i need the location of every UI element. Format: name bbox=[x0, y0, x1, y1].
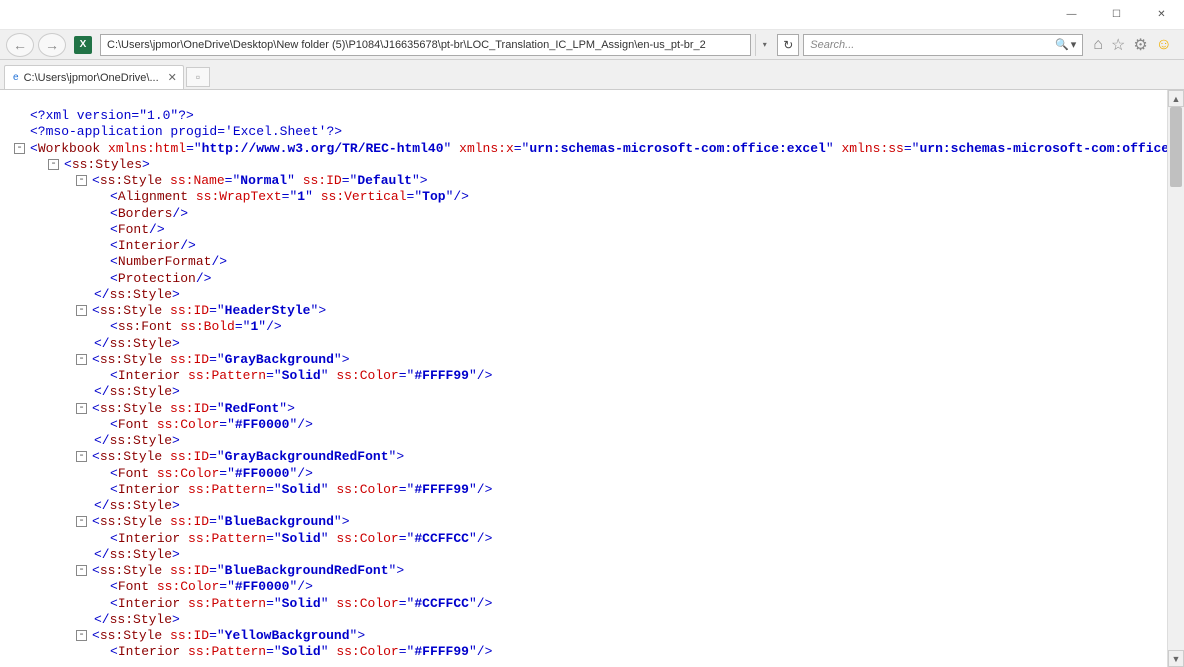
excel-icon: X bbox=[74, 36, 92, 54]
collapse-toggle[interactable]: - bbox=[76, 516, 87, 527]
nav-toolbar: ← → X C:\Users\jpmor\OneDrive\Desktop\Ne… bbox=[0, 30, 1184, 60]
search-dropdown-icon[interactable]: ▾ bbox=[1071, 38, 1077, 51]
refresh-button[interactable]: ↻ bbox=[777, 34, 799, 56]
forward-button[interactable]: → bbox=[38, 33, 66, 57]
collapse-toggle[interactable]: - bbox=[76, 630, 87, 641]
tab-title: C:\Users\jpmor\OneDrive\... bbox=[24, 72, 159, 84]
close-button[interactable]: ✕ bbox=[1139, 0, 1184, 29]
maximize-button[interactable]: ☐ bbox=[1094, 0, 1139, 29]
address-dropdown[interactable]: ▾ bbox=[755, 34, 773, 56]
new-tab-button[interactable]: ▫ bbox=[186, 67, 210, 87]
collapse-toggle[interactable]: - bbox=[14, 143, 25, 154]
scroll-down-arrow[interactable]: ▼ bbox=[1168, 650, 1184, 667]
collapse-toggle[interactable]: - bbox=[76, 403, 87, 414]
tools-icon[interactable]: ⚙ bbox=[1133, 35, 1147, 55]
favorites-icon[interactable]: ☆ bbox=[1111, 35, 1125, 55]
toolbar-right-icons: ⌂ ☆ ⚙ ☺ bbox=[1087, 35, 1178, 55]
collapse-toggle[interactable]: - bbox=[76, 305, 87, 316]
xml-viewer: <?xml version="1.0"?><?mso-application p… bbox=[0, 90, 1167, 667]
search-icon[interactable]: 🔍 bbox=[1055, 38, 1069, 51]
collapse-toggle[interactable]: - bbox=[76, 451, 87, 462]
tab-bar: e C:\Users\jpmor\OneDrive\... ✕ ▫ bbox=[0, 60, 1184, 90]
collapse-toggle[interactable]: - bbox=[76, 175, 87, 186]
feedback-icon[interactable]: ☺ bbox=[1156, 36, 1172, 54]
home-icon[interactable]: ⌂ bbox=[1093, 36, 1103, 54]
search-placeholder: Search... bbox=[810, 39, 1055, 51]
scroll-up-arrow[interactable]: ▲ bbox=[1168, 90, 1184, 107]
address-text: C:\Users\jpmor\OneDrive\Desktop\New fold… bbox=[107, 39, 706, 51]
tab-close-button[interactable]: ✕ bbox=[168, 71, 177, 84]
minimize-button[interactable]: — bbox=[1049, 0, 1094, 29]
collapse-toggle[interactable]: - bbox=[76, 354, 87, 365]
scroll-thumb[interactable] bbox=[1170, 107, 1182, 187]
back-button[interactable]: ← bbox=[6, 33, 34, 57]
collapse-toggle[interactable]: - bbox=[76, 565, 87, 576]
search-box[interactable]: Search... 🔍 ▾ bbox=[803, 34, 1083, 56]
scroll-track[interactable] bbox=[1168, 107, 1184, 650]
ie-icon: e bbox=[13, 71, 19, 85]
browser-tab[interactable]: e C:\Users\jpmor\OneDrive\... ✕ bbox=[4, 65, 184, 89]
vertical-scrollbar[interactable]: ▲ ▼ bbox=[1167, 90, 1184, 667]
window-titlebar: — ☐ ✕ bbox=[0, 0, 1184, 30]
address-bar[interactable]: C:\Users\jpmor\OneDrive\Desktop\New fold… bbox=[100, 34, 751, 56]
collapse-toggle[interactable]: - bbox=[48, 159, 59, 170]
